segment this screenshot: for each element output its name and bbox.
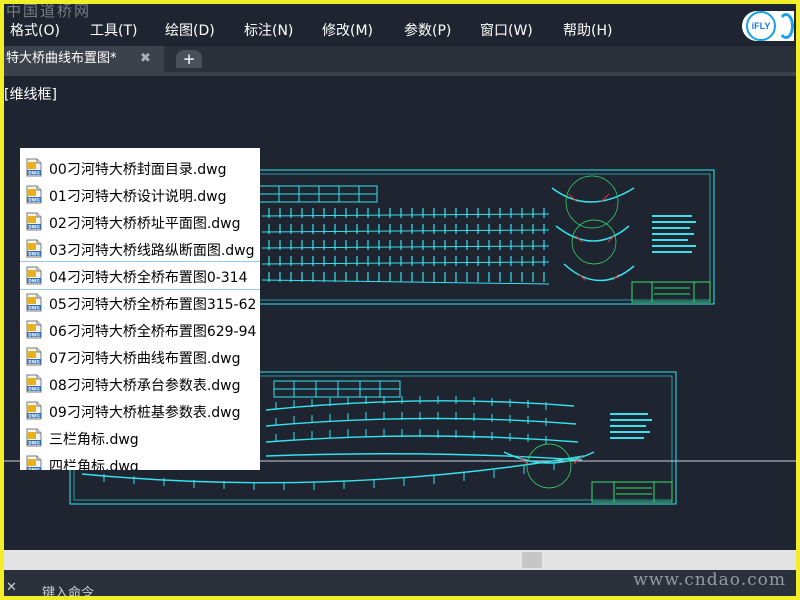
file-name: 01刁河特大桥设计说明.dwg [49,189,227,205]
svg-text:DWG: DWG [28,413,40,418]
file-list-dropdown[interactable]: DWG 00刁河特大桥封面目录.dwg DWG 01刁河特大桥设计说明.dwg DWG 0… [20,148,260,470]
file-name: 四栏角标.dwg [49,459,139,470]
menu-draw[interactable]: 绘图(D) [165,20,215,40]
svg-text:DWG: DWG [28,386,40,391]
svg-text:DWG: DWG [28,440,40,445]
menu-modify[interactable]: 修改(M) [322,20,373,40]
file-name: 00刁河特大桥封面目录.dwg [49,162,227,178]
watermark-url: www.cndao.com [633,570,786,590]
file-list-item[interactable]: DWG 08刁河特大桥承台参数表.dwg [20,370,260,397]
ifly-logo: iFLY [742,11,794,41]
svg-text:DWG: DWG [28,197,40,202]
file-name: 04刁河特大桥全桥布置图0-314 [49,270,248,286]
file-list-item[interactable]: DWG 00刁河特大桥封面目录.dwg [20,154,260,181]
file-name: 09刁河特大桥桩基参数表.dwg [49,405,241,421]
svg-text:DWG: DWG [28,251,40,256]
cad-application-window: 格式(O) 工具(T) 绘图(D) 标注(N) 修改(M) 参数(P) 窗口(W… [4,4,796,596]
new-tab-button[interactable]: + [176,50,202,68]
horizontal-scrollbar[interactable] [4,550,796,570]
file-list-item[interactable]: DWG 四栏角标.dwg [20,451,260,470]
file-name: 07刁河特大桥曲线布置图.dwg [49,351,241,367]
dwg-file-icon: DWG [26,239,42,258]
viewport-visual-style-label[interactable]: [维线框] [4,84,57,104]
file-name: 05刁河特大桥全桥布置图315-62 [49,297,257,313]
svg-text:DWG: DWG [28,332,40,337]
menu-format[interactable]: 格式(O) [10,20,60,40]
tab-curve-layout[interactable]: 特大桥曲线布置图* ✖ [4,46,164,72]
svg-text:DWG: DWG [28,224,40,229]
menu-bar: 格式(O) 工具(T) 绘图(D) 标注(N) 修改(M) 参数(P) 窗口(W… [4,8,796,44]
svg-text:DWG: DWG [28,305,40,310]
menu-dimension[interactable]: 标注(N) [244,20,293,40]
dwg-file-icon: DWG [26,428,42,447]
file-list-item[interactable]: DWG 04刁河特大桥全桥布置图0-314 [20,261,260,290]
file-name: 三栏角标.dwg [49,432,139,448]
file-list-item[interactable]: DWG 05刁河特大桥全桥布置图315-62 [20,289,260,316]
dwg-file-icon: DWG [26,347,42,366]
menu-window[interactable]: 窗口(W) [480,20,533,40]
scrollbar-thumb[interactable] [522,552,542,568]
dwg-file-icon: DWG [26,158,42,177]
file-list-item[interactable]: DWG 07刁河特大桥曲线布置图.dwg [20,343,260,370]
dwg-file-icon: DWG [26,401,42,420]
svg-text:DWG: DWG [28,278,40,283]
tab-close-icon[interactable]: ✖ [140,46,151,72]
file-list-item[interactable]: DWG 03刁河特大桥线路纵断面图.dwg [20,235,260,262]
dwg-file-icon: DWG [26,374,42,393]
svg-text:DWG: DWG [28,170,40,175]
menu-help[interactable]: 帮助(H) [563,20,612,40]
watermark-site-name: 中国道桥网 [6,2,92,20]
ifly-logo-text: iFLY [746,11,776,41]
file-list-item[interactable]: DWG 01刁河特大桥设计说明.dwg [20,181,260,208]
command-input[interactable]: 键入命令 [42,582,94,596]
file-name: 02刁河特大桥桥址平面图.dwg [49,216,241,232]
dwg-file-icon: DWG [26,455,42,470]
menu-parameters[interactable]: 参数(P) [404,20,451,40]
dwg-file-icon: DWG [26,185,42,204]
document-tab-bar: 特大桥曲线布置图* ✖ + [4,46,796,72]
dwg-file-icon: DWG [26,293,42,312]
dwg-file-icon: DWG [26,266,42,285]
menu-tools[interactable]: 工具(T) [90,20,137,40]
file-name: 08刁河特大桥承台参数表.dwg [49,378,241,394]
svg-text:DWG: DWG [28,359,40,364]
dwg-file-icon: DWG [26,212,42,231]
command-close-icon[interactable]: ✕ [6,580,17,595]
dwg-file-icon: DWG [26,320,42,339]
file-list-item[interactable]: DWG 06刁河特大桥全桥布置图629-94 [20,316,260,343]
svg-text:DWG: DWG [28,467,40,470]
file-list-item[interactable]: DWG 02刁河特大桥桥址平面图.dwg [20,208,260,235]
tab-title: 特大桥曲线布置图* [6,51,117,66]
file-list-item[interactable]: DWG 三栏角标.dwg [20,424,260,451]
file-name: 06刁河特大桥全桥布置图629-94 [49,324,257,340]
file-list-item[interactable]: DWG 09刁河特大桥桩基参数表.dwg [20,397,260,424]
file-name: 03刁河特大桥线路纵断面图.dwg [49,243,255,259]
